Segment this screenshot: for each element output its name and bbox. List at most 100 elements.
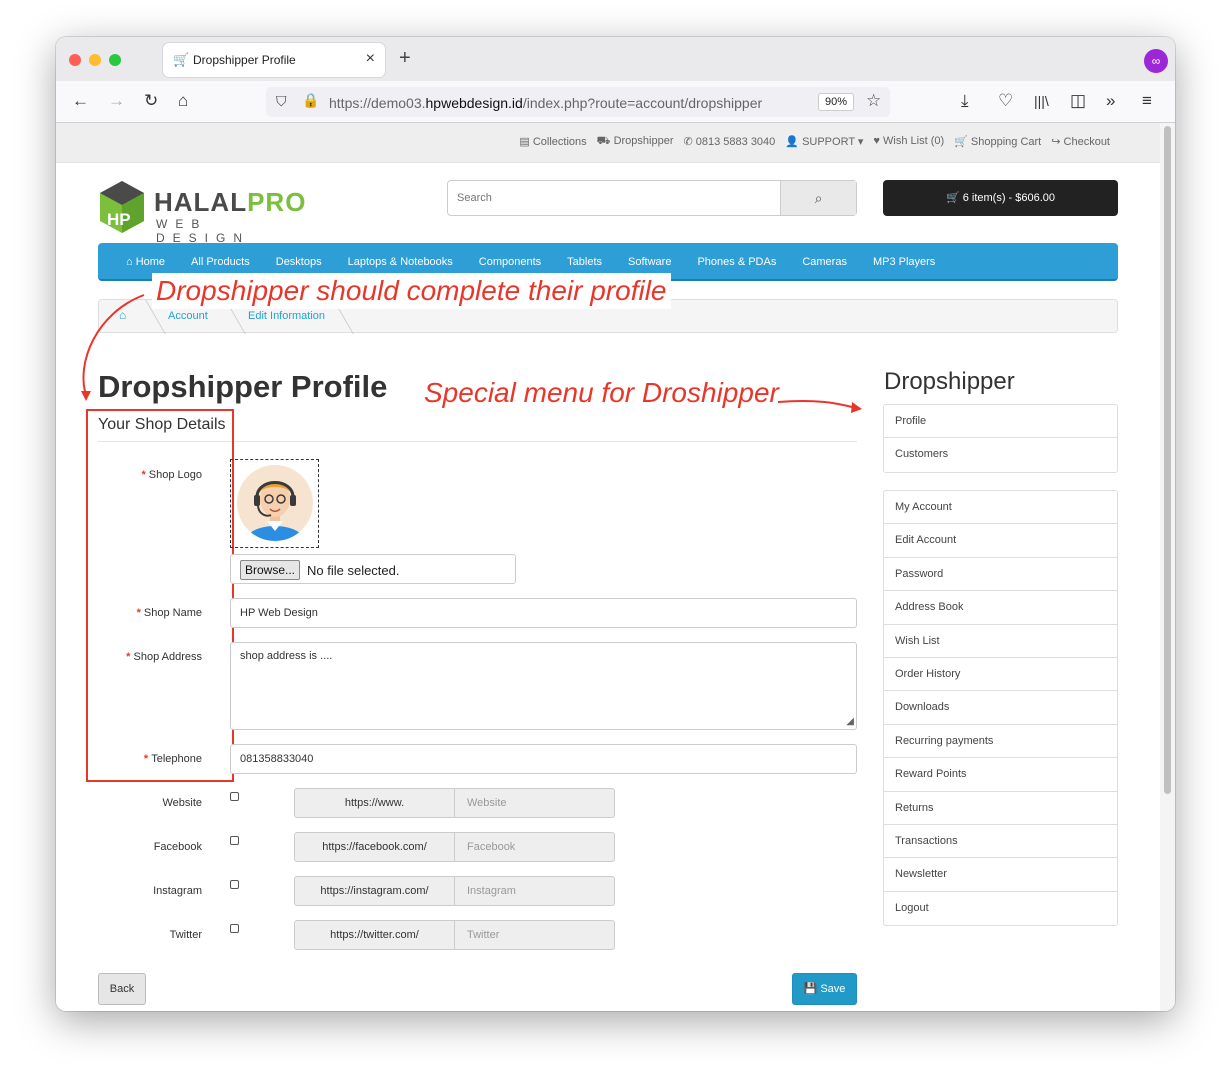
floppy-disk-icon: 💾 (803, 983, 821, 995)
overflow-chevron-icon[interactable]: » (1106, 91, 1115, 111)
shop-name-label: * Shop Name (98, 607, 202, 619)
save-label: Save (820, 983, 846, 995)
twitter-prefix: https://twitter.com/ (295, 921, 455, 949)
browser-tab[interactable]: 🛒 Dropshipper Profile × (163, 43, 385, 77)
lock-icon[interactable]: 🔒 (302, 92, 319, 109)
close-window-button[interactable] (69, 54, 81, 66)
required-mark: * (126, 651, 134, 663)
facebook-input[interactable]: Facebook (467, 833, 515, 861)
bookmark-star-icon[interactable]: ☆ (866, 91, 881, 111)
page-scrollbar[interactable] (1160, 123, 1175, 1011)
instagram-input-group: https://instagram.com/Instagram (294, 876, 615, 906)
close-tab-icon[interactable]: × (366, 50, 375, 68)
sidebar-item-logout[interactable]: Logout (884, 892, 1117, 925)
twitter-checkbox[interactable] (230, 924, 239, 933)
avatar (237, 465, 313, 541)
scrollbar-thumb[interactable] (1164, 126, 1171, 794)
annotation-highlight-box (86, 409, 234, 782)
home-icon[interactable]: ⌂ (178, 91, 188, 111)
url-text[interactable]: https://demo03.hpwebdesign.id/index.php?… (329, 95, 762, 111)
sidebar-item-wish-list[interactable]: Wish List (884, 625, 1117, 658)
reload-icon[interactable]: ↻ (144, 91, 158, 111)
shop-address-label-text: Shop Address (133, 651, 203, 663)
navigation-bar: ← → ↻ ⌂ ⛉ 🔒 https://demo03.hpwebdesign.i… (56, 81, 1175, 123)
instagram-checkbox[interactable] (230, 880, 239, 889)
website-label: Website (162, 797, 202, 809)
shop-address-textarea[interactable]: shop address is .... ◢ (230, 642, 857, 730)
annotation-arrowhead-left (81, 391, 91, 401)
twitter-input[interactable]: Twitter (467, 921, 499, 949)
instagram-input[interactable]: Instagram (467, 877, 516, 905)
website-input-group: https://www. Website (294, 788, 615, 818)
sidebar-item-reward-points[interactable]: Reward Points (884, 758, 1117, 792)
downloads-icon[interactable]: ⤓ (961, 91, 969, 111)
file-status: No file selected. (307, 563, 400, 578)
instagram-label: Instagram (153, 885, 202, 897)
shop-logo-label-text: Shop Logo (148, 469, 202, 481)
zoom-level[interactable]: 90% (818, 93, 855, 111)
required-mark: * (136, 607, 144, 619)
required-mark: * (141, 469, 149, 481)
url-domain: hpwebdesign.id (425, 95, 523, 111)
telephone-input[interactable]: 081358833040 (230, 744, 857, 774)
shop-name-label-text: Shop Name (143, 607, 202, 619)
shop-logo-label: * Shop Logo (98, 469, 202, 481)
save-button[interactable]: 💾 Save (792, 973, 857, 1005)
shop-address-label: * Shop Address (98, 651, 202, 663)
website-prefix: https://www. (295, 789, 455, 817)
sidebar-item-transactions[interactable]: Transactions (884, 825, 1117, 859)
sidebar-title: Dropshipper (884, 368, 1015, 395)
shield-icon[interactable]: ⛉ (276, 93, 287, 110)
back-button[interactable]: Back (98, 973, 146, 1005)
logo-file-input: Browse... No file selected. (230, 554, 516, 584)
twitter-input-group: https://twitter.com/Twitter (294, 920, 615, 950)
instagram-prefix: https://instagram.com/ (295, 877, 455, 905)
account-menu: My Account Edit Account Password Address Bo… (883, 490, 1118, 927)
annotation-arrowhead-right (851, 402, 862, 413)
sidebar-item-edit-account[interactable]: Edit Account (884, 524, 1117, 558)
url-bar[interactable]: ⛉ 🔒 https://demo03.hpwebdesign.id/index.… (266, 87, 890, 117)
url-path: /index.php?route=account/dropshipper (522, 95, 763, 111)
sidebar-icon[interactable]: ◫ (1070, 91, 1086, 111)
browse-button[interactable]: Browse... (240, 560, 301, 580)
shop-logo-preview[interactable] (230, 459, 319, 548)
sidebar-item-recurring-payments[interactable]: Recurring payments (884, 725, 1117, 759)
minimize-window-button[interactable] (89, 54, 101, 66)
pocket-icon[interactable]: ♡ (998, 91, 1013, 111)
website-checkbox[interactable] (230, 792, 239, 801)
sidebar-item-password[interactable]: Password (884, 558, 1117, 592)
dropshipper-menu: Profile Customers (883, 404, 1118, 473)
sidebar-item-newsletter[interactable]: Newsletter (884, 858, 1117, 892)
facebook-label: Facebook (153, 841, 202, 853)
tab-bar: 🛒 Dropshipper Profile × + ∞ (56, 37, 1175, 81)
support-agent-avatar-icon (245, 481, 305, 541)
sidebar-item-order-history[interactable]: Order History (884, 658, 1117, 692)
annotation-arrow-right (777, 399, 853, 408)
telephone-label-text: Telephone (151, 753, 202, 765)
back-arrow-icon[interactable]: ← (72, 91, 89, 111)
facebook-checkbox[interactable] (230, 836, 239, 845)
website-input[interactable]: Website (467, 789, 507, 817)
library-icon[interactable]: |||\ (1034, 93, 1049, 109)
page-title: Dropshipper Profile (98, 369, 388, 404)
new-tab-icon[interactable]: + (399, 47, 411, 70)
private-browsing-icon: ∞ (1144, 49, 1168, 73)
sidebar-item-profile[interactable]: Profile (884, 405, 1117, 439)
sidebar-item-customers[interactable]: Customers (884, 438, 1117, 471)
forward-arrow-icon[interactable]: → (108, 91, 125, 111)
facebook-prefix: https://facebook.com/ (295, 833, 455, 861)
page-content: ▤ Collections ⛟ Dropshipper ✆ 0813 5883 … (56, 123, 1160, 1011)
tab-title: Dropshipper Profile (193, 53, 296, 67)
browser-window: 🛒 Dropshipper Profile × + ∞ ← → ↻ ⌂ ⛉ 🔒 … (56, 37, 1175, 1011)
sidebar-item-address-book[interactable]: Address Book (884, 591, 1117, 625)
cart-favicon-icon: 🛒 (173, 52, 190, 67)
resize-grip-icon[interactable]: ◢ (846, 716, 854, 727)
shop-name-input[interactable]: HP Web Design (230, 598, 857, 628)
zoom-window-button[interactable] (109, 54, 121, 66)
twitter-label: Twitter (169, 929, 202, 941)
sidebar-item-returns[interactable]: Returns (884, 792, 1117, 825)
facebook-input-group: https://facebook.com/Facebook (294, 832, 615, 862)
sidebar-item-downloads[interactable]: Downloads (884, 691, 1117, 725)
sidebar-item-my-account[interactable]: My Account (884, 491, 1117, 525)
hamburger-menu-icon[interactable]: ≡ (1142, 91, 1152, 111)
